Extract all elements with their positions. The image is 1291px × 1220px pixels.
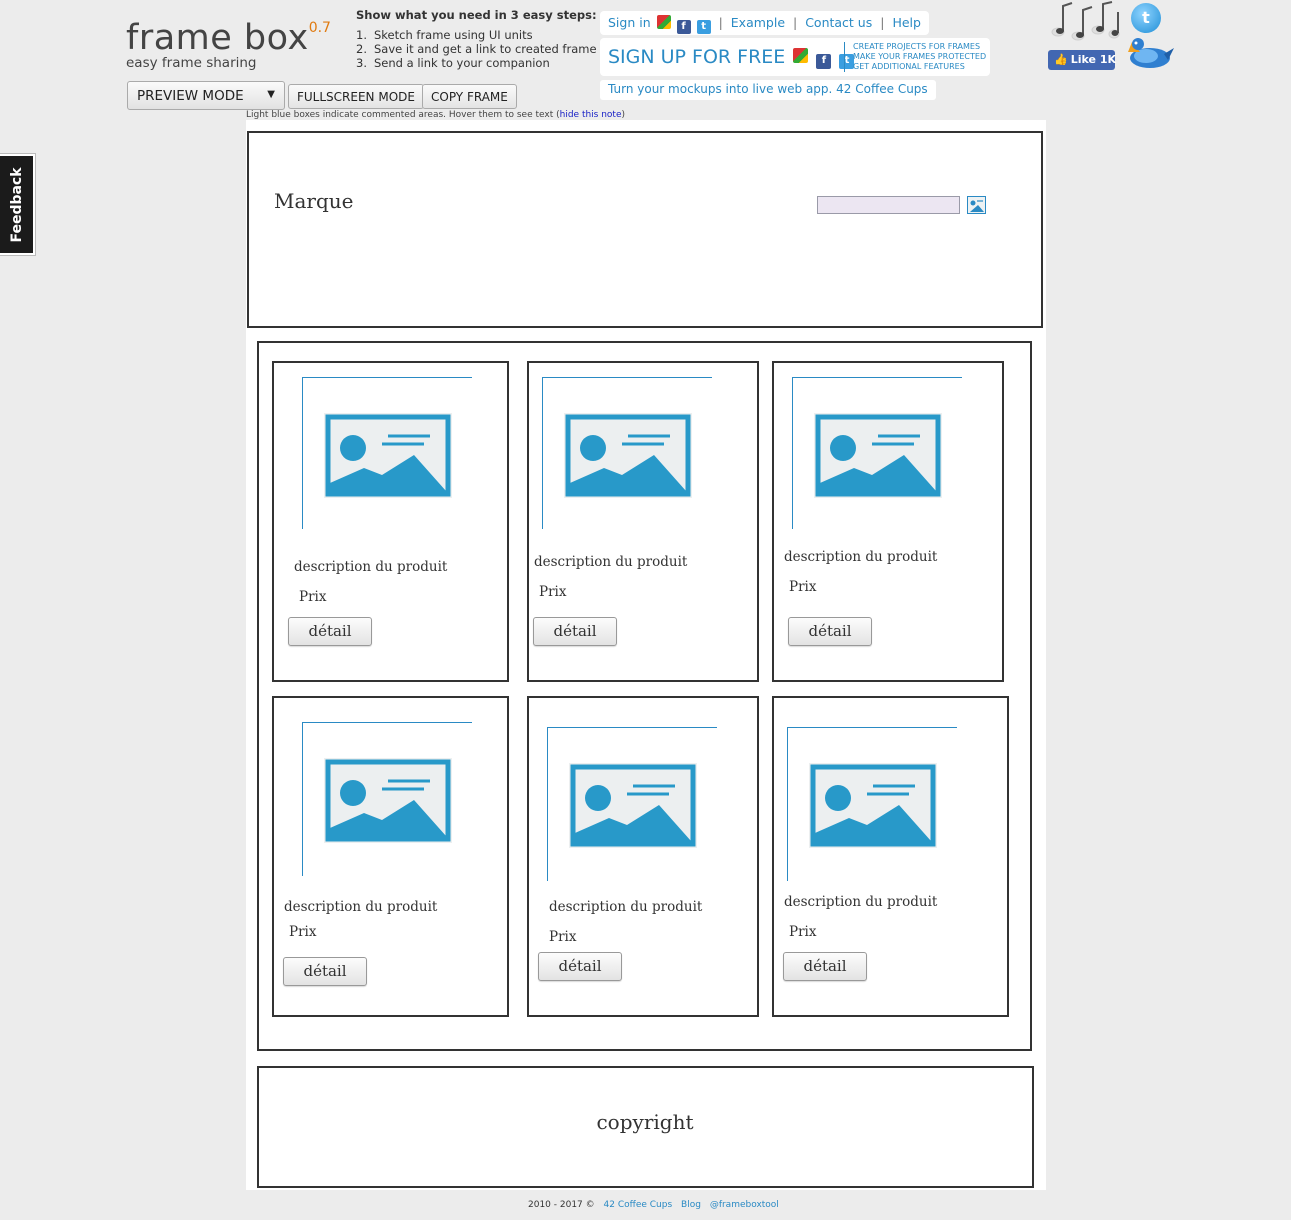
feature-item: MAKE YOUR FRAMES PROTECTED [853, 52, 987, 61]
fullscreen-button[interactable]: FULLSCREEN MODE [288, 84, 424, 109]
comment-note-text: Light blue boxes indicate commented area… [246, 110, 560, 120]
image-placeholder-icon [324, 758, 452, 843]
step-item: 1. Sketch frame using UI units [356, 28, 533, 42]
contact-link[interactable]: Contact us [805, 15, 872, 30]
footer-years: 2010 - 2017 © [528, 1200, 595, 1210]
steps-title: Show what you need in 3 easy steps: [356, 8, 597, 22]
product-description: description du produit [534, 554, 688, 570]
twitter-icon[interactable]: t [696, 20, 711, 34]
chevron-down-icon: ▼ [267, 89, 275, 100]
mockup-header-frame [247, 131, 1043, 328]
product-detail-button[interactable]: détail [538, 952, 622, 981]
image-placeholder-icon [324, 413, 452, 498]
product-card: description du produit Prix détail [527, 361, 759, 682]
twitter-icon[interactable]: t [1131, 3, 1161, 33]
account-bar: Sign in f t | Example | Contact us | Hel… [600, 11, 929, 35]
feedback-tab[interactable]: Feedback [0, 154, 35, 255]
product-detail-button[interactable]: détail [788, 617, 872, 646]
product-description: description du produit [294, 559, 448, 575]
product-description: description du produit [284, 899, 438, 915]
app-version: 0.7 [308, 20, 331, 36]
signup-box: SIGN UP FOR FREE f t CREATE PROJECTS FOR… [600, 38, 990, 76]
product-description: description du produit [549, 899, 703, 915]
thumbs-up-icon: 👍 [1054, 53, 1068, 66]
product-card: description du produit Prix détail [272, 361, 509, 682]
product-price: Prix [539, 584, 567, 600]
app-logo[interactable]: frame box0.7 easy frame sharing [126, 18, 331, 71]
product-detail-button[interactable]: détail [283, 957, 367, 986]
product-card: description du produit Prix détail [272, 696, 509, 1017]
promo-link[interactable]: Turn your mockups into live web app. 42 … [600, 80, 936, 100]
mode-select[interactable]: PREVIEW MODE ▼ [127, 81, 285, 110]
product-card: description du produit Prix détail [527, 696, 759, 1017]
footer-link-42cc[interactable]: 42 Coffee Cups [604, 1200, 673, 1210]
google-icon[interactable] [793, 48, 809, 63]
image-search-icon[interactable] [967, 196, 986, 214]
app-tagline: easy frame sharing [126, 55, 257, 71]
steps-panel: Show what you need in 3 easy steps: 1. Sk… [356, 8, 597, 70]
google-icon[interactable] [656, 15, 671, 29]
product-detail-button[interactable]: détail [288, 617, 372, 646]
example-link[interactable]: Example [731, 15, 785, 30]
product-price: Prix [299, 589, 327, 605]
music-notes-icon [1051, 1, 1120, 41]
product-card: description du produit Prix détail [772, 696, 1009, 1017]
bird-icon[interactable] [1124, 34, 1174, 70]
copy-frame-button[interactable]: COPY FRAME [422, 84, 517, 109]
mode-select-value: PREVIEW MODE [137, 88, 244, 104]
facebook-icon[interactable]: f [816, 54, 832, 69]
mockup-brand: Marque [274, 189, 354, 213]
product-price: Prix [789, 579, 817, 595]
like-count: 1K [1099, 53, 1116, 66]
product-card: description du produit Prix détail [772, 361, 1004, 682]
image-placeholder-icon [569, 763, 697, 848]
footer-link-blog[interactable]: Blog [681, 1200, 701, 1210]
comment-note: Light blue boxes indicate commented area… [246, 110, 626, 120]
footer-link-twitter[interactable]: @frameboxtool [710, 1200, 779, 1210]
hide-note-link[interactable]: hide this note [560, 110, 622, 120]
product-price: Prix [789, 924, 817, 940]
step-item: 2. Save it and get a link to created fram… [356, 42, 597, 56]
product-description: description du produit [784, 894, 938, 910]
mockup-search-input[interactable] [817, 196, 960, 214]
app-name: frame box [126, 18, 309, 58]
signup-features: CREATE PROJECTS FOR FRAMES MAKE YOUR FRA… [853, 42, 986, 72]
product-price: Prix [289, 924, 317, 940]
feature-item: CREATE PROJECTS FOR FRAMES [853, 42, 981, 51]
signup-label: SIGN UP FOR FREE [608, 46, 786, 68]
image-placeholder-icon [814, 413, 942, 498]
product-detail-button[interactable]: détail [533, 617, 617, 646]
image-placeholder-icon [564, 413, 692, 498]
step-item: 3. Send a link to your companion [356, 56, 550, 70]
image-placeholder-icon [809, 763, 937, 848]
help-link[interactable]: Help [892, 15, 921, 30]
sign-in-link[interactable]: Sign in [608, 15, 651, 30]
divider [844, 42, 845, 72]
feature-item: GET ADDITIONAL FEATURES [853, 62, 965, 71]
product-price: Prix [549, 929, 577, 945]
product-description: description du produit [784, 549, 938, 565]
like-label: Like [1070, 53, 1096, 66]
signup-link[interactable]: SIGN UP FOR FREE f t [608, 46, 855, 69]
mockup-copyright: copyright [596, 1110, 694, 1134]
product-detail-button[interactable]: détail [783, 952, 867, 981]
facebook-like-button[interactable]: 👍 Like 1K [1048, 50, 1116, 70]
facebook-icon[interactable]: f [676, 20, 691, 34]
feedback-label: Feedback [8, 166, 25, 243]
